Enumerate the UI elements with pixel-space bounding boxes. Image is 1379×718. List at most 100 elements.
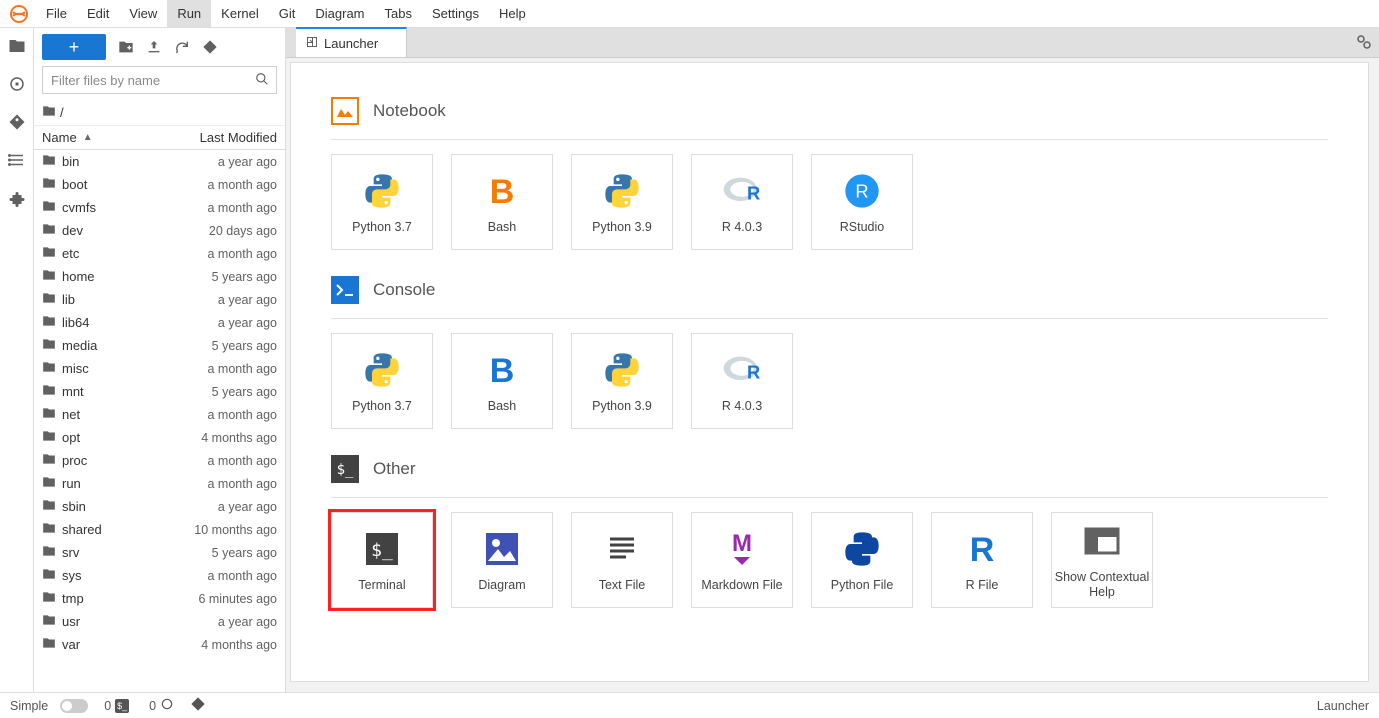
launcher-card-python-3-7[interactable]: Python 3.7: [331, 333, 433, 429]
console-icon: [331, 276, 359, 304]
file-row[interactable]: dev20 days ago: [34, 219, 285, 242]
mode-label: Simple: [10, 699, 48, 713]
folder-icon: [42, 521, 56, 538]
card-label: R 4.0.3: [722, 220, 762, 235]
toc-icon[interactable]: [7, 150, 27, 170]
file-row[interactable]: liba year ago: [34, 288, 285, 311]
file-row[interactable]: usra year ago: [34, 610, 285, 633]
name-column-header[interactable]: Name▲: [42, 130, 167, 145]
launcher-card-bash[interactable]: BBash: [451, 154, 553, 250]
git-status-icon[interactable]: [190, 696, 206, 715]
launcher-card-r-4-0-3[interactable]: RR 4.0.3: [691, 154, 793, 250]
settings-icon[interactable]: [1355, 33, 1373, 54]
menu-kernel[interactable]: Kernel: [211, 0, 269, 27]
extensions-icon[interactable]: [7, 188, 27, 208]
file-row[interactable]: misca month ago: [34, 357, 285, 380]
term-count-badge[interactable]: 0: [145, 696, 178, 715]
menu-view[interactable]: View: [119, 0, 167, 27]
file-browser-toolbar: +: [34, 28, 285, 66]
launcher-card-r-file[interactable]: RR File: [931, 512, 1033, 608]
folder-icon[interactable]: [7, 36, 27, 56]
file-row[interactable]: sysa month ago: [34, 564, 285, 587]
launcher-card-bash[interactable]: BBash: [451, 333, 553, 429]
file-row[interactable]: opt 4 months ago: [34, 426, 285, 449]
file-row[interactable]: sbina year ago: [34, 495, 285, 518]
simple-mode-toggle[interactable]: [60, 699, 88, 713]
folder-icon: [42, 291, 56, 308]
file-modified: a year ago: [218, 155, 277, 169]
launcher-card-diagram[interactable]: Diagram: [451, 512, 553, 608]
running-icon[interactable]: [7, 74, 27, 94]
file-row[interactable]: proca month ago: [34, 449, 285, 472]
card-label: Python 3.7: [352, 399, 412, 414]
new-folder-icon[interactable]: [118, 39, 134, 55]
file-modified: 4 months ago: [201, 431, 277, 445]
file-modified: a month ago: [208, 201, 278, 215]
file-row[interactable]: mnt5 years ago: [34, 380, 285, 403]
launcher-card-show-contextual-help[interactable]: Show Contextual Help: [1051, 512, 1153, 608]
launcher-card-text-file[interactable]: Text File: [571, 512, 673, 608]
file-modified: a year ago: [218, 293, 277, 307]
file-name: dev: [62, 223, 83, 238]
file-row[interactable]: cvmfsa month ago: [34, 196, 285, 219]
folder-icon: [42, 199, 56, 216]
launcher-card-python-file[interactable]: Python File: [811, 512, 913, 608]
svg-text:B: B: [490, 352, 515, 390]
file-name: etc: [62, 246, 79, 261]
file-row[interactable]: etca month ago: [34, 242, 285, 265]
git-toolbar-icon[interactable]: [202, 39, 218, 55]
file-list: bina year agoboota month agocvmfsa month…: [34, 150, 285, 692]
card-label: R 4.0.3: [722, 399, 762, 414]
file-name: opt: [62, 430, 80, 445]
menu-run[interactable]: Run: [167, 0, 211, 27]
menu-tabs[interactable]: Tabs: [375, 0, 422, 27]
launcher-card-terminal[interactable]: $_Terminal: [331, 512, 433, 608]
filter-files-input[interactable]: [42, 66, 277, 94]
file-row[interactable]: home5 years ago: [34, 265, 285, 288]
launcher-card-r-4-0-3[interactable]: RR 4.0.3: [691, 333, 793, 429]
folder-icon: [42, 406, 56, 423]
file-name: sys: [62, 568, 82, 583]
upload-icon[interactable]: [146, 39, 162, 55]
menu-settings[interactable]: Settings: [422, 0, 489, 27]
file-row[interactable]: boota month ago: [34, 173, 285, 196]
file-name: proc: [62, 453, 87, 468]
left-count-badge[interactable]: 0$_: [100, 698, 133, 714]
file-row[interactable]: tmp6 minutes ago: [34, 587, 285, 610]
file-name: shared: [62, 522, 102, 537]
file-name: tmp: [62, 591, 84, 606]
tab-launcher[interactable]: Launcher: [296, 27, 407, 57]
launcher-section: ConsolePython 3.7BBashPython 3.9RR 4.0.3: [331, 276, 1328, 429]
terminal-icon: $_: [361, 528, 403, 570]
modified-column-header[interactable]: Last Modified: [167, 130, 277, 145]
breadcrumb[interactable]: /: [34, 100, 285, 126]
menu-git[interactable]: Git: [269, 0, 306, 27]
file-row[interactable]: runa month ago: [34, 472, 285, 495]
folder-icon: [42, 475, 56, 492]
file-modified: 4 months ago: [201, 638, 277, 652]
file-row[interactable]: media5 years ago: [34, 334, 285, 357]
launcher-card-python-3-9[interactable]: Python 3.9: [571, 333, 673, 429]
file-row[interactable]: shared10 months ago: [34, 518, 285, 541]
refresh-icon[interactable]: [174, 39, 190, 55]
menu-diagram[interactable]: Diagram: [305, 0, 374, 27]
launcher-card-rstudio[interactable]: RRStudio: [811, 154, 913, 250]
folder-icon: [42, 498, 56, 515]
file-row[interactable]: neta month ago: [34, 403, 285, 426]
launcher-card-python-3-9[interactable]: Python 3.9: [571, 154, 673, 250]
card-label: Python 3.7: [352, 220, 412, 235]
file-modified: a month ago: [208, 477, 278, 491]
menu-help[interactable]: Help: [489, 0, 536, 27]
git-icon[interactable]: [7, 112, 27, 132]
file-row[interactable]: var4 months ago: [34, 633, 285, 656]
launcher-card-markdown-file[interactable]: MMarkdown File: [691, 512, 793, 608]
menu-edit[interactable]: Edit: [77, 0, 119, 27]
new-launcher-button[interactable]: +: [42, 34, 106, 60]
file-row[interactable]: bina year ago: [34, 150, 285, 173]
launcher-card-python-3-7[interactable]: Python 3.7: [331, 154, 433, 250]
menu-file[interactable]: File: [36, 0, 77, 27]
bash-blue-icon: B: [481, 349, 523, 391]
file-modified: 5 years ago: [212, 385, 277, 399]
file-row[interactable]: lib64a year ago: [34, 311, 285, 334]
file-row[interactable]: srv5 years ago: [34, 541, 285, 564]
